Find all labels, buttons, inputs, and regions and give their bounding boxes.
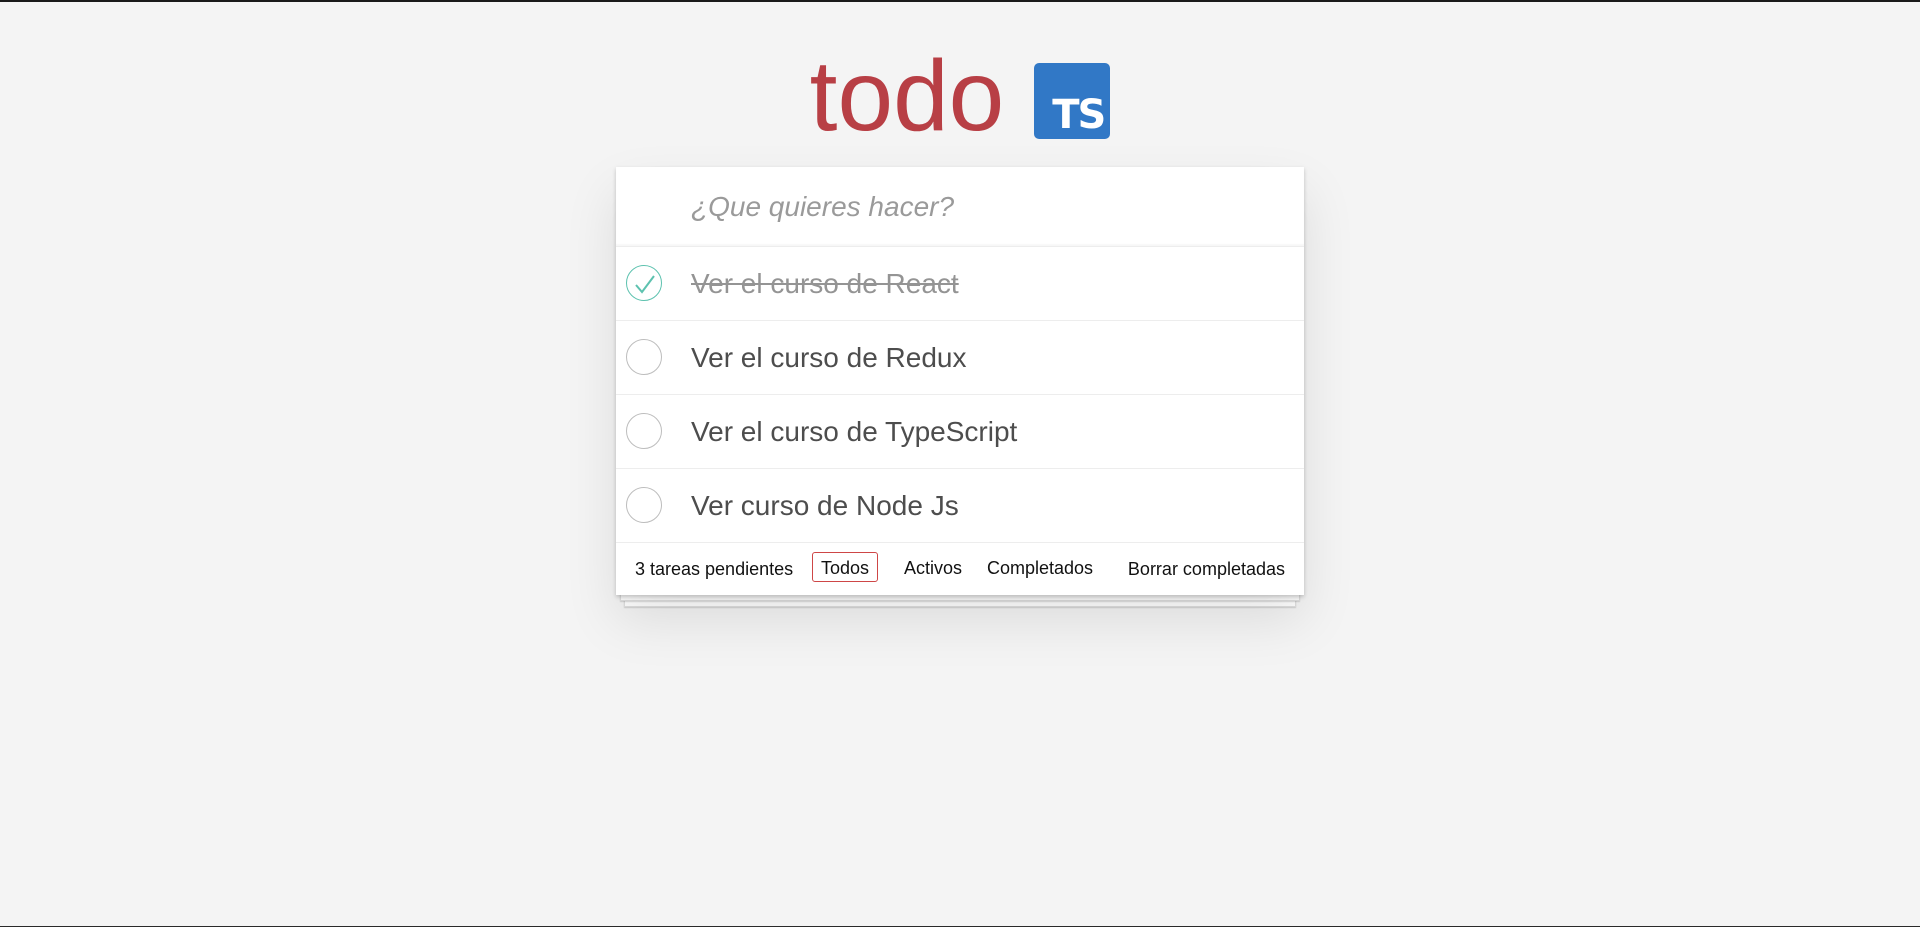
todo-item: Ver el curso de Redux — [616, 321, 1304, 395]
todo-item: Ver el curso de React — [616, 247, 1304, 321]
pending-count: 3 tareas pendientes — [635, 559, 794, 579]
todo-footer: 3 tareas pendientes Todos Activos Comple… — [616, 543, 1304, 595]
todo-toggle-checkbox[interactable] — [626, 487, 662, 523]
new-todo-row — [616, 167, 1304, 247]
todo-item: Ver el curso de TypeScript — [616, 395, 1304, 469]
todo-label[interactable]: Ver el curso de React — [691, 247, 959, 321]
typescript-logo-icon: TS — [1034, 63, 1111, 139]
todo-card: Ver el curso de React Ver el curso de Re… — [616, 167, 1304, 595]
app-header: todo TS — [0, 46, 1920, 146]
new-todo-input[interactable] — [691, 167, 1291, 246]
todo-label[interactable]: Ver curso de Node Js — [691, 469, 959, 543]
todo-label[interactable]: Ver el curso de Redux — [691, 321, 967, 395]
todo-toggle-checkbox[interactable] — [626, 339, 662, 375]
filter-all-link[interactable]: Todos — [812, 552, 879, 582]
typescript-logo-text: TS — [1052, 92, 1106, 138]
todo-toggle-checkbox[interactable] — [626, 413, 662, 449]
todo-label[interactable]: Ver el curso de TypeScript — [691, 395, 1017, 469]
filter-active-link[interactable]: Activos — [895, 552, 971, 582]
todo-item: Ver curso de Node Js — [616, 469, 1304, 543]
todo-toggle-checkbox[interactable] — [626, 265, 662, 301]
todo-app: Ver el curso de React Ver el curso de Re… — [616, 167, 1304, 607]
clear-completed-button[interactable]: Borrar completadas — [1128, 543, 1285, 595]
filter-completed-link[interactable]: Completados — [978, 552, 1102, 582]
app-title: todo — [809, 40, 1005, 152]
check-icon — [635, 275, 655, 294]
